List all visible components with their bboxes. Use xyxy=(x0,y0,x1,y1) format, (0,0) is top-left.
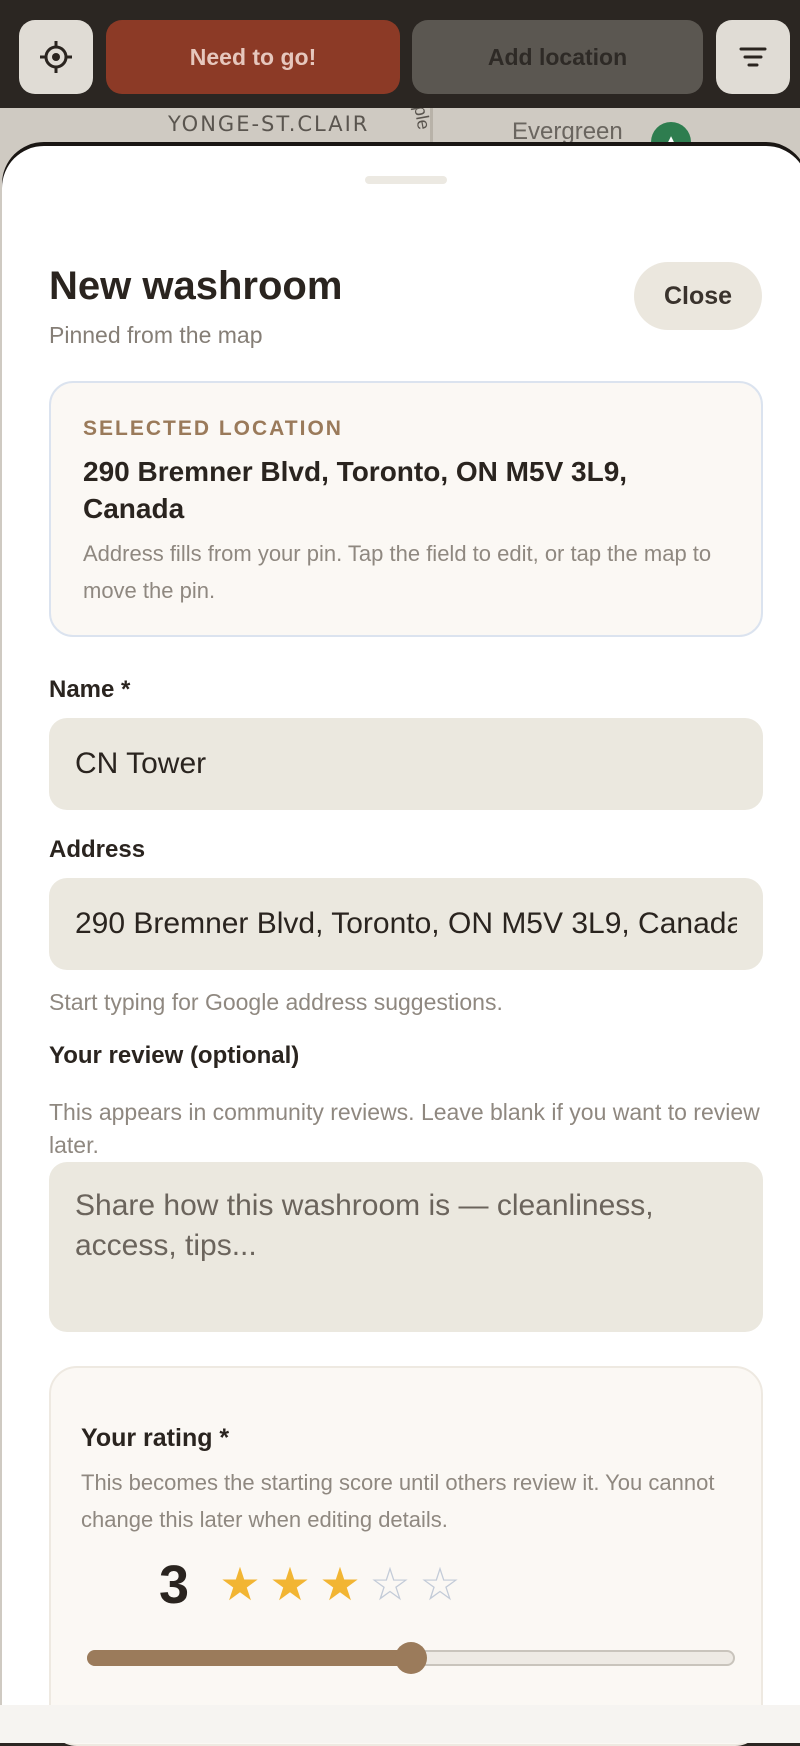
selected-location-kicker: SELECTED LOCATION xyxy=(83,417,343,440)
map-label-street: ple xyxy=(410,104,435,132)
bottom-bar xyxy=(0,1705,800,1743)
add-location-button[interactable]: Add location xyxy=(412,20,703,94)
star-empty-icon[interactable]: ☆ xyxy=(369,1560,411,1608)
selected-location-card: SELECTED LOCATION 290 Bremner Blvd, Toro… xyxy=(49,381,763,637)
address-input[interactable] xyxy=(49,878,763,970)
close-button[interactable]: Close xyxy=(634,262,762,330)
star-empty-icon[interactable]: ☆ xyxy=(419,1560,461,1608)
star-filled-icon[interactable]: ★ xyxy=(269,1560,311,1608)
rating-title: Your rating * xyxy=(81,1424,230,1452)
top-toolbar: Need to go! Add location xyxy=(0,0,800,108)
selected-location-help: Address fills from your pin. Tap the fie… xyxy=(83,541,712,603)
star-filled-icon[interactable]: ★ xyxy=(319,1560,361,1608)
rating-slider-fill xyxy=(87,1650,411,1666)
locate-button[interactable] xyxy=(19,20,93,94)
selected-location-address: 290 Bremner Blvd, Toronto, ON M5V 3L9, C… xyxy=(83,456,628,524)
new-washroom-sheet: New washroom Pinned from the map Close S… xyxy=(2,146,800,1746)
sheet-title: New washroom xyxy=(49,264,343,308)
review-hint: This appears in community reviews. Leave… xyxy=(49,1099,760,1158)
filter-icon xyxy=(739,47,767,67)
sheet-subtitle: Pinned from the map xyxy=(49,322,263,348)
rating-value: 3 xyxy=(159,1555,190,1615)
review-textarea[interactable] xyxy=(49,1162,763,1332)
name-input[interactable] xyxy=(49,718,763,810)
rating-help: This becomes the starting score until ot… xyxy=(81,1470,715,1532)
sheet-drag-handle[interactable] xyxy=(365,176,447,184)
crosshair-icon xyxy=(40,41,72,73)
need-to-go-button[interactable]: Need to go! xyxy=(106,20,400,94)
address-label: Address xyxy=(49,836,146,863)
review-label: Your review (optional) xyxy=(49,1042,300,1069)
filter-button[interactable] xyxy=(716,20,790,94)
rating-stars[interactable]: ★ ★ ★ ☆ ☆ xyxy=(219,1560,461,1608)
rating-card: Your rating * This becomes the starting … xyxy=(49,1366,763,1746)
address-hint: Start typing for Google address suggesti… xyxy=(49,989,503,1015)
map-label-place: Evergreen xyxy=(512,118,623,145)
rating-slider[interactable] xyxy=(87,1642,735,1674)
rating-slider-thumb[interactable] xyxy=(395,1642,427,1674)
map-label-neighbourhood: YONGE-ST.CLAIR xyxy=(168,112,370,136)
name-label: Name * xyxy=(49,676,131,703)
star-filled-icon[interactable]: ★ xyxy=(219,1560,261,1608)
